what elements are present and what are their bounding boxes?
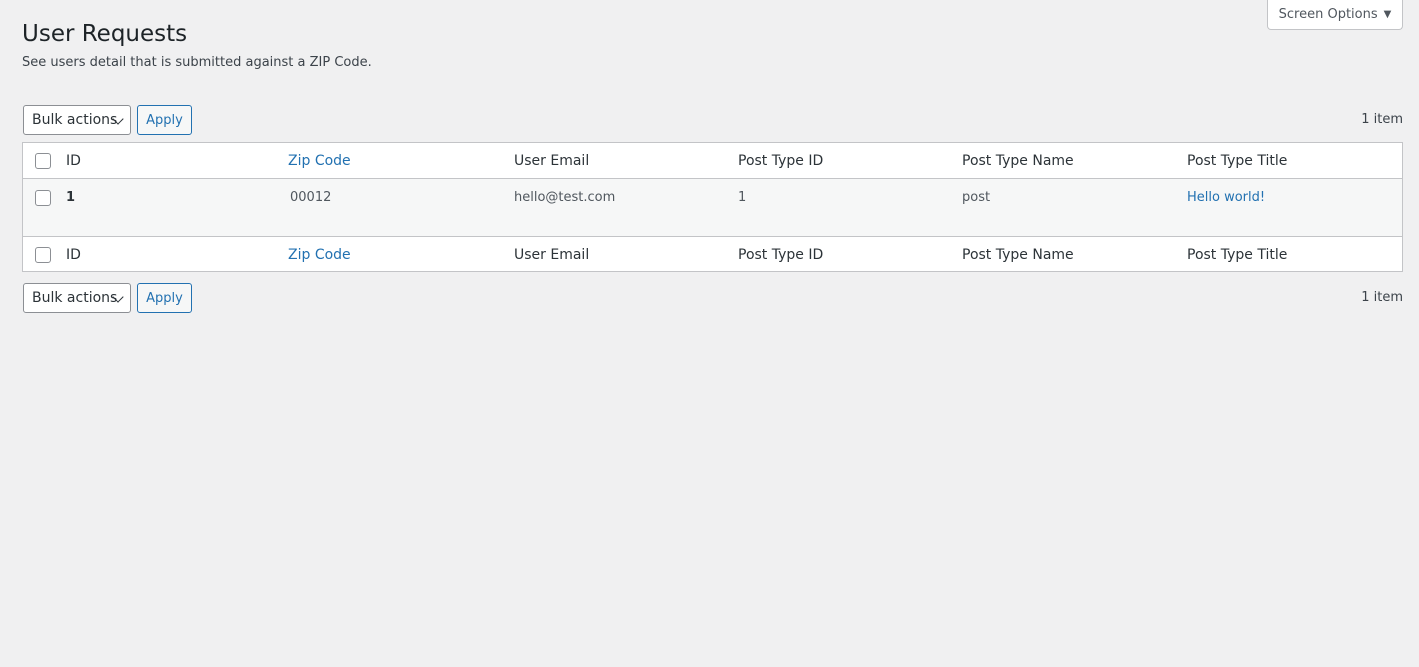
table-row: 1 00012 hello@test.com 1 post Hello worl… xyxy=(23,179,1402,236)
cell-zip-code: 00012 xyxy=(290,190,332,205)
column-header-id: ID xyxy=(66,153,81,169)
cell-id: 1 xyxy=(66,190,76,205)
item-count-top: 1 item xyxy=(1361,112,1403,127)
column-header-zip-code[interactable]: Zip Code xyxy=(288,153,351,169)
bulk-actions-label: Bulk actions xyxy=(32,112,118,128)
screen-options-label: Screen Options xyxy=(1278,7,1378,22)
column-footer-id: ID xyxy=(66,247,81,263)
cell-user-email: hello@test.com xyxy=(514,190,616,205)
apply-button-bottom[interactable]: Apply xyxy=(137,283,192,313)
triangle-down-icon: ▼ xyxy=(1383,9,1392,20)
cell-post-type-title-link[interactable]: Hello world! xyxy=(1187,190,1265,205)
bulk-actions-label: Bulk actions xyxy=(32,290,118,306)
column-header-post-type-id: Post Type ID xyxy=(738,153,824,169)
column-footer-post-type-title: Post Type Title xyxy=(1187,247,1288,263)
column-footer-post-type-name: Post Type Name xyxy=(962,247,1074,263)
page-title: User Requests xyxy=(22,21,188,47)
item-count-bottom: 1 item xyxy=(1361,290,1403,305)
page-description: See users detail that is submitted again… xyxy=(22,55,372,70)
bulk-actions-select-bottom[interactable]: Bulk actions xyxy=(23,283,131,313)
column-header-post-type-title: Post Type Title xyxy=(1187,153,1288,169)
tablenav-top: Bulk actions Apply 1 item xyxy=(23,105,1403,135)
column-header-user-email: User Email xyxy=(514,153,590,169)
column-footer-post-type-id: Post Type ID xyxy=(738,247,824,263)
column-footer-zip-code[interactable]: Zip Code xyxy=(288,247,351,263)
cell-post-type-id: 1 xyxy=(738,190,747,205)
screen-options-button[interactable]: Screen Options ▼ xyxy=(1267,0,1403,30)
column-footer-user-email: User Email xyxy=(514,247,590,263)
select-all-checkbox[interactable] xyxy=(35,153,51,169)
tablenav-bottom: Bulk actions Apply 1 item xyxy=(23,283,1403,313)
select-all-checkbox-footer[interactable] xyxy=(35,247,51,263)
bulk-actions-select-top[interactable]: Bulk actions xyxy=(23,105,131,135)
apply-button-top[interactable]: Apply xyxy=(137,105,192,135)
table-footer-row: ID Zip Code User Email Post Type ID Post… xyxy=(23,236,1402,271)
user-requests-table: ID Zip Code User Email Post Type ID Post… xyxy=(22,142,1403,272)
row-checkbox[interactable] xyxy=(35,190,51,206)
cell-post-type-name: post xyxy=(962,190,991,205)
column-header-post-type-name: Post Type Name xyxy=(962,153,1074,169)
table-header-row: ID Zip Code User Email Post Type ID Post… xyxy=(23,143,1402,179)
